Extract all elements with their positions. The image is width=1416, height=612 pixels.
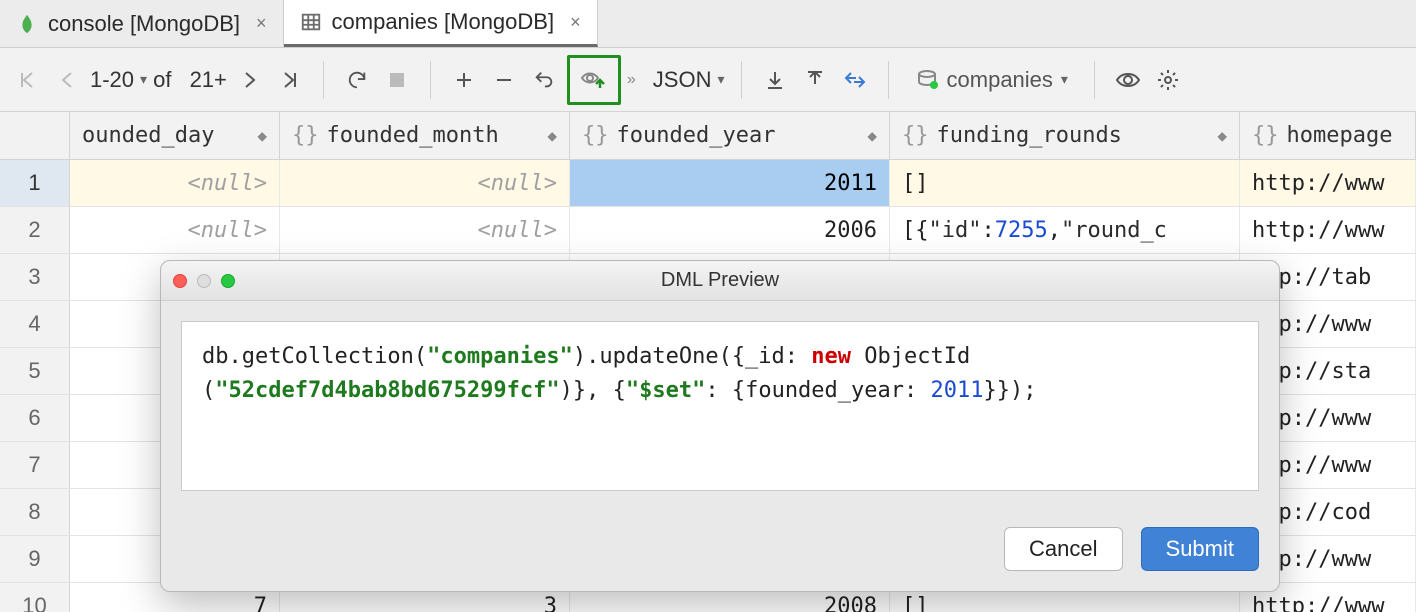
sort-icon: ◆ bbox=[547, 126, 557, 145]
row-number: 3 bbox=[0, 254, 70, 300]
column-header-founded-year[interactable]: {}founded_year ◆ bbox=[570, 112, 890, 159]
minimize-window-icon bbox=[197, 274, 211, 288]
cell[interactable]: http://www bbox=[1240, 207, 1416, 253]
cell[interactable]: http://www bbox=[1240, 160, 1416, 206]
overflow-icon[interactable]: » bbox=[627, 71, 633, 89]
table-row[interactable]: 2<null><null>2006[{"id": 7255, "round_ch… bbox=[0, 207, 1416, 254]
sort-icon: ◆ bbox=[867, 126, 877, 145]
prev-page-button[interactable] bbox=[50, 63, 84, 97]
dml-preview-dialog: DML Preview db.getCollection("companies"… bbox=[160, 260, 1280, 592]
maximize-window-icon[interactable] bbox=[221, 274, 235, 288]
dialog-titlebar[interactable]: DML Preview bbox=[161, 261, 1279, 301]
first-page-button[interactable] bbox=[10, 63, 44, 97]
row-number: 2 bbox=[0, 207, 70, 253]
remove-row-button[interactable] bbox=[487, 63, 521, 97]
stop-button[interactable] bbox=[380, 63, 414, 97]
cell[interactable]: <null> bbox=[280, 207, 570, 253]
tab-companies[interactable]: companies [MongoDB] × bbox=[284, 0, 598, 47]
chevron-down-icon: ▾ bbox=[1061, 71, 1068, 88]
braces-icon: {} bbox=[1252, 123, 1279, 148]
row-number: 8 bbox=[0, 489, 70, 535]
cell[interactable]: <null> bbox=[280, 160, 570, 206]
window-controls bbox=[173, 274, 235, 288]
preview-pending-button[interactable] bbox=[567, 55, 621, 105]
table-icon bbox=[300, 11, 322, 33]
cell[interactable]: 2006 bbox=[570, 207, 890, 253]
chevron-down-icon: ▾ bbox=[140, 71, 147, 88]
sort-icon: ◆ bbox=[257, 126, 267, 145]
mongo-leaf-icon bbox=[16, 13, 38, 35]
dialog-title: DML Preview bbox=[161, 269, 1279, 292]
cell[interactable]: 2011 bbox=[570, 160, 890, 206]
tab-bar: console [MongoDB] × companies [MongoDB] … bbox=[0, 0, 1416, 48]
refresh-button[interactable] bbox=[340, 63, 374, 97]
table-row[interactable]: 1<null><null>2011[]http://www bbox=[0, 160, 1416, 207]
braces-icon: {} bbox=[582, 123, 609, 148]
import-button[interactable] bbox=[798, 63, 832, 97]
row-number: 6 bbox=[0, 395, 70, 441]
export-button[interactable] bbox=[758, 63, 792, 97]
chevron-down-icon: ▾ bbox=[717, 71, 724, 88]
dml-code-preview[interactable]: db.getCollection("companies").updateOne(… bbox=[181, 321, 1259, 491]
row-number: 7 bbox=[0, 442, 70, 488]
cell[interactable]: [{"id": 7255, "round_c bbox=[890, 207, 1240, 253]
page-of: of 21+ bbox=[153, 67, 227, 93]
row-number: 9 bbox=[0, 536, 70, 582]
cell[interactable]: <null> bbox=[70, 160, 280, 206]
rownum-header bbox=[0, 112, 70, 159]
close-icon[interactable]: × bbox=[570, 12, 581, 33]
tab-label: console [MongoDB] bbox=[48, 11, 240, 37]
row-number: 4 bbox=[0, 301, 70, 347]
row-number: 5 bbox=[0, 348, 70, 394]
datasource-icon bbox=[915, 68, 939, 92]
row-number: 10 bbox=[0, 583, 70, 612]
cell[interactable]: <null> bbox=[70, 207, 280, 253]
column-header-founded-day[interactable]: ounded_day ◆ bbox=[70, 112, 280, 159]
close-window-icon[interactable] bbox=[173, 274, 187, 288]
sort-icon: ◆ bbox=[1217, 126, 1227, 145]
cell[interactable]: [] bbox=[890, 160, 1240, 206]
close-icon[interactable]: × bbox=[256, 13, 267, 34]
column-header-founded-month[interactable]: {}founded_month ◆ bbox=[280, 112, 570, 159]
add-row-button[interactable] bbox=[447, 63, 481, 97]
cancel-button[interactable]: Cancel bbox=[1004, 527, 1122, 571]
braces-icon: {} bbox=[292, 123, 319, 148]
tab-label: companies [MongoDB] bbox=[332, 9, 555, 35]
page-range-dropdown[interactable]: 1-20 ▾ bbox=[90, 67, 147, 93]
submit-button[interactable]: Submit bbox=[1141, 527, 1259, 571]
schema-selector[interactable]: companies ▾ bbox=[905, 63, 1078, 97]
compare-button[interactable] bbox=[838, 63, 872, 97]
next-page-button[interactable] bbox=[233, 63, 267, 97]
revert-button[interactable] bbox=[527, 63, 561, 97]
grid-header: ounded_day ◆ {}founded_month ◆ {}founded… bbox=[0, 112, 1416, 160]
braces-icon: {} bbox=[902, 123, 929, 148]
view-mode-button[interactable] bbox=[1111, 63, 1145, 97]
settings-button[interactable] bbox=[1151, 63, 1185, 97]
last-page-button[interactable] bbox=[273, 63, 307, 97]
tab-console[interactable]: console [MongoDB] × bbox=[0, 0, 284, 47]
column-header-homepage[interactable]: {}homepage bbox=[1240, 112, 1416, 159]
view-format-dropdown[interactable]: JSON ▾ bbox=[653, 67, 725, 93]
page-range: 1-20 bbox=[90, 67, 134, 93]
toolbar: 1-20 ▾ of 21+ » JSON ▾ com bbox=[0, 48, 1416, 112]
row-number: 1 bbox=[0, 160, 70, 206]
column-header-funding-rounds[interactable]: {}funding_rounds ◆ bbox=[890, 112, 1240, 159]
